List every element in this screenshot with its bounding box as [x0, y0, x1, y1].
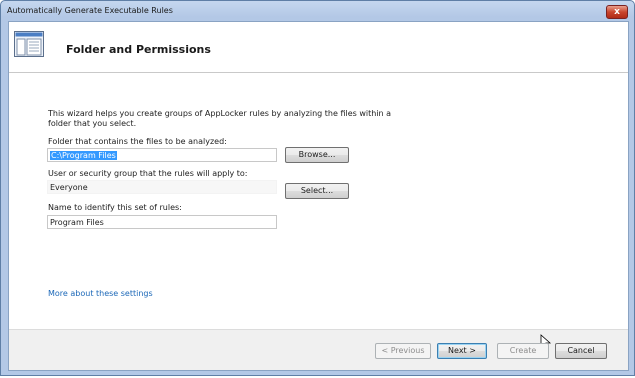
rule-name-input[interactable]: Program Files — [47, 215, 277, 229]
wizard-description: This wizard helps you create groups of A… — [48, 109, 392, 128]
group-value: Everyone — [50, 183, 88, 192]
select-button[interactable]: Select... — [285, 183, 349, 199]
group-label: User or security group that the rules wi… — [48, 169, 248, 178]
folder-path-value: C:\Program Files — [50, 151, 117, 160]
previous-button-label: < Previous — [381, 346, 425, 355]
footer-divider — [9, 329, 628, 330]
select-button-label: Select... — [300, 186, 334, 195]
previous-button[interactable]: < Previous — [375, 343, 431, 359]
cancel-button-label: Cancel — [567, 346, 595, 355]
wizard-page-icon — [14, 31, 44, 57]
cancel-button[interactable]: Cancel — [555, 343, 607, 359]
window-title: Automatically Generate Executable Rules — [7, 6, 173, 15]
wizard-header: Folder and Permissions — [9, 22, 628, 72]
browse-button[interactable]: Browse... — [285, 147, 349, 163]
close-button[interactable]: x — [606, 5, 628, 19]
next-button-label: Next > — [448, 346, 476, 355]
folder-path-input[interactable]: C:\Program Files — [47, 148, 277, 162]
rule-name-label: Name to identify this set of rules: — [48, 203, 182, 212]
close-icon: x — [614, 7, 620, 17]
browse-button-label: Browse... — [298, 150, 336, 159]
wizard-window: Automatically Generate Executable Rules … — [0, 0, 635, 376]
more-settings-link[interactable]: More about these settings — [48, 289, 153, 298]
group-field: Everyone — [47, 180, 277, 194]
next-button[interactable]: Next > — [437, 343, 487, 359]
folder-label: Folder that contains the files to be ana… — [48, 137, 227, 146]
wizard-body: This wizard helps you create groups of A… — [9, 73, 628, 329]
create-button[interactable]: Create — [497, 343, 549, 359]
page-title: Folder and Permissions — [66, 43, 211, 56]
create-button-label: Create — [509, 346, 537, 355]
wizard-client-area: Folder and Permissions This wizard helps… — [8, 21, 629, 371]
rule-name-value: Program Files — [50, 218, 104, 227]
title-bar[interactable]: Automatically Generate Executable Rules … — [1, 1, 634, 21]
